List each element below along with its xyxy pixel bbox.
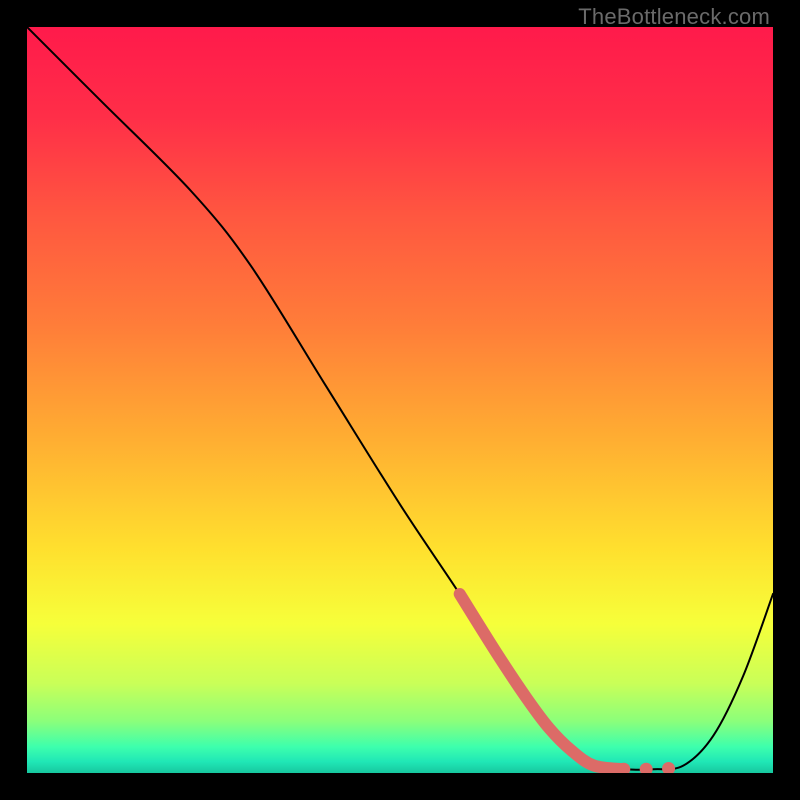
- highlight-dots: [617, 762, 675, 773]
- chart-svg: [27, 27, 773, 773]
- chart-frame: [27, 27, 773, 773]
- plot-area: [27, 27, 773, 773]
